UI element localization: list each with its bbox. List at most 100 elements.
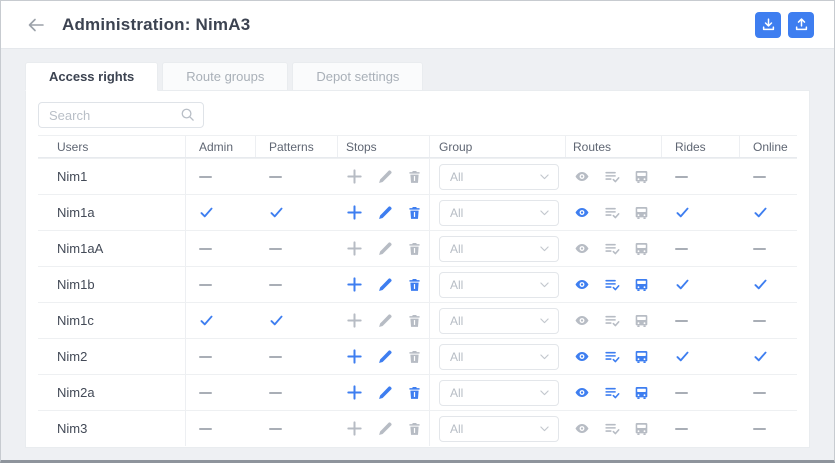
delete-stops-button[interactable] bbox=[407, 421, 422, 437]
view-routes-button[interactable] bbox=[573, 385, 591, 400]
route-check-button[interactable] bbox=[604, 240, 621, 257]
route-check-button[interactable] bbox=[604, 276, 621, 293]
table-row: Nim2 All bbox=[38, 338, 797, 374]
add-stop-button[interactable] bbox=[346, 420, 363, 437]
group-select[interactable]: All bbox=[439, 307, 559, 334]
view-routes-button[interactable] bbox=[573, 349, 591, 364]
delete-stops-button[interactable] bbox=[407, 349, 422, 365]
edit-stops-button[interactable] bbox=[377, 313, 393, 329]
add-stop-button[interactable] bbox=[346, 384, 363, 401]
view-routes-button[interactable] bbox=[573, 241, 591, 256]
group-cell: All bbox=[430, 231, 566, 266]
patterns-dash bbox=[269, 247, 282, 250]
back-button[interactable] bbox=[27, 17, 45, 33]
add-stop-button[interactable] bbox=[346, 204, 363, 221]
view-routes-button[interactable] bbox=[573, 277, 591, 292]
add-stop-button[interactable] bbox=[346, 240, 363, 257]
admin-cell bbox=[186, 267, 256, 302]
chevron-down-icon bbox=[540, 173, 549, 180]
routes-actions-cell bbox=[566, 159, 662, 194]
group-select-value: All bbox=[450, 277, 464, 292]
view-routes-button[interactable] bbox=[573, 205, 591, 220]
group-select[interactable]: All bbox=[439, 271, 559, 298]
route-check-button[interactable] bbox=[604, 384, 621, 401]
route-check-button[interactable] bbox=[604, 312, 621, 329]
group-select-value: All bbox=[450, 169, 464, 184]
rides-check-icon bbox=[675, 205, 690, 220]
tab-route-groups[interactable]: Route groups bbox=[162, 62, 289, 91]
online-cell bbox=[740, 267, 797, 302]
delete-stops-button[interactable] bbox=[407, 205, 422, 221]
view-routes-button[interactable] bbox=[573, 421, 591, 436]
edit-stops-button[interactable] bbox=[377, 205, 393, 221]
user-name: Nim2 bbox=[57, 349, 88, 364]
chevron-down-icon bbox=[540, 425, 549, 432]
delete-stops-button[interactable] bbox=[407, 169, 422, 185]
route-check-button[interactable] bbox=[604, 420, 621, 437]
tab-access-rights[interactable]: Access rights bbox=[25, 62, 159, 91]
table-header-row: Users Admin Patterns Stops Group Routes Rides O… bbox=[38, 135, 797, 158]
bus-button[interactable] bbox=[634, 241, 649, 257]
view-routes-button[interactable] bbox=[573, 169, 591, 184]
column-header-rides: Rides bbox=[662, 136, 740, 157]
group-select[interactable]: All bbox=[439, 199, 559, 226]
patterns-cell bbox=[256, 195, 338, 230]
user-name: Nim1aA bbox=[57, 241, 104, 256]
group-select[interactable]: All bbox=[439, 379, 559, 406]
route-check-button[interactable] bbox=[604, 168, 621, 185]
bus-button[interactable] bbox=[634, 205, 649, 221]
delete-stops-button[interactable] bbox=[407, 313, 422, 329]
edit-stops-button[interactable] bbox=[377, 277, 393, 293]
upload-button[interactable] bbox=[788, 11, 814, 38]
admin-check-icon bbox=[199, 205, 214, 220]
bus-button[interactable] bbox=[634, 313, 649, 329]
tab-depot-settings[interactable]: Depot settings bbox=[292, 62, 424, 91]
add-stop-button[interactable] bbox=[346, 168, 363, 185]
rides-cell bbox=[662, 267, 740, 302]
bus-button[interactable] bbox=[634, 169, 649, 185]
delete-stops-button[interactable] bbox=[407, 241, 422, 257]
edit-stops-button[interactable] bbox=[377, 241, 393, 257]
bus-button[interactable] bbox=[634, 385, 649, 401]
group-select[interactable]: All bbox=[439, 235, 559, 262]
table-row: Nim1b All bbox=[38, 266, 797, 302]
edit-stops-button[interactable] bbox=[377, 349, 393, 365]
group-select-value: All bbox=[450, 205, 464, 220]
download-button[interactable] bbox=[755, 11, 781, 38]
online-cell bbox=[740, 375, 797, 410]
group-select[interactable]: All bbox=[439, 415, 559, 442]
online-cell bbox=[740, 339, 797, 374]
admin-cell bbox=[186, 339, 256, 374]
online-cell bbox=[740, 159, 797, 194]
chevron-down-icon bbox=[540, 245, 549, 252]
delete-stops-button[interactable] bbox=[407, 385, 422, 401]
group-select[interactable]: All bbox=[439, 163, 559, 190]
upload-icon bbox=[795, 18, 807, 31]
routes-actions-cell bbox=[566, 375, 662, 410]
user-name: Nim3 bbox=[57, 421, 88, 436]
admin-dash bbox=[199, 283, 212, 286]
add-stop-button[interactable] bbox=[346, 312, 363, 329]
edit-stops-button[interactable] bbox=[377, 169, 393, 185]
edit-stops-button[interactable] bbox=[377, 421, 393, 437]
route-check-button[interactable] bbox=[604, 348, 621, 365]
bus-button[interactable] bbox=[634, 277, 649, 293]
route-check-button[interactable] bbox=[604, 204, 621, 221]
column-header-routes: Routes bbox=[566, 136, 662, 157]
add-stop-button[interactable] bbox=[346, 348, 363, 365]
chevron-down-icon bbox=[540, 389, 549, 396]
stops-actions-cell bbox=[338, 339, 430, 374]
patterns-cell bbox=[256, 159, 338, 194]
online-cell bbox=[740, 195, 797, 230]
bus-button[interactable] bbox=[634, 421, 649, 437]
view-routes-button[interactable] bbox=[573, 313, 591, 328]
page-title: Administration: NimA3 bbox=[62, 14, 251, 34]
edit-stops-button[interactable] bbox=[377, 385, 393, 401]
patterns-dash bbox=[269, 283, 282, 286]
bus-button[interactable] bbox=[634, 349, 649, 365]
patterns-cell bbox=[256, 411, 338, 446]
group-select[interactable]: All bbox=[439, 343, 559, 370]
admin-cell bbox=[186, 159, 256, 194]
delete-stops-button[interactable] bbox=[407, 277, 422, 293]
add-stop-button[interactable] bbox=[346, 276, 363, 293]
